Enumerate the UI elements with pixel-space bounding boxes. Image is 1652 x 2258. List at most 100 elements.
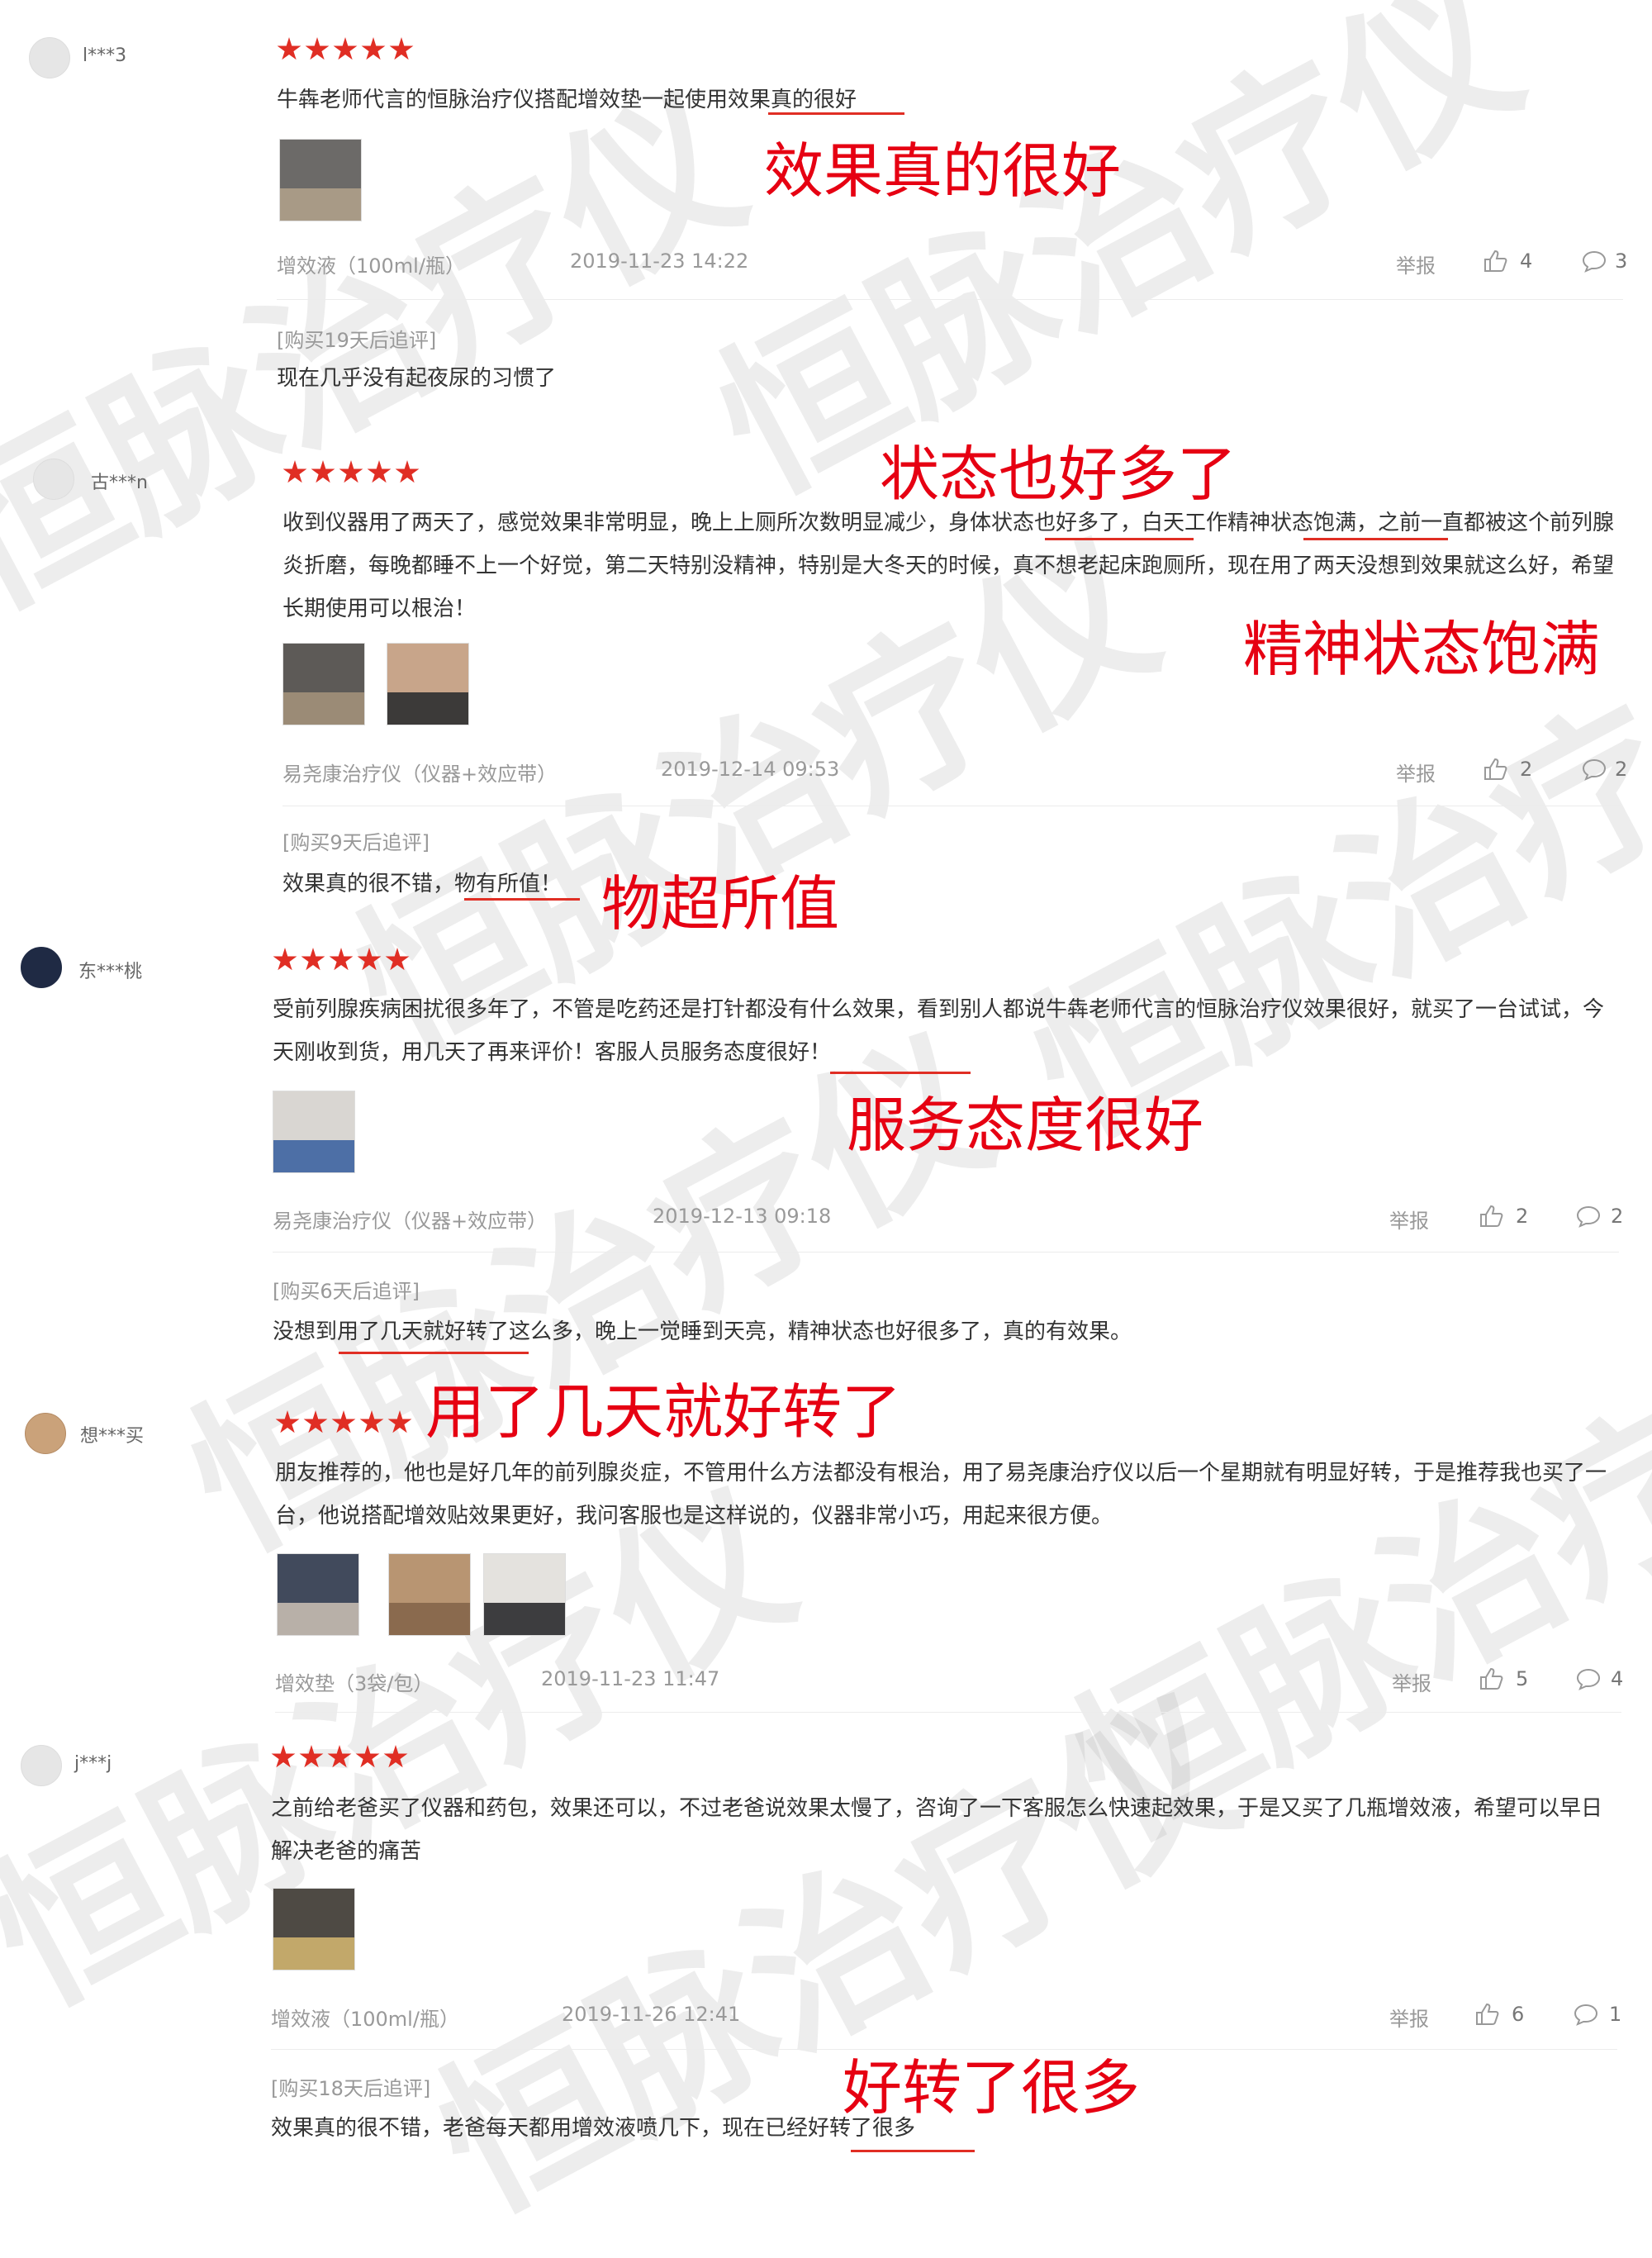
username: 想***买 — [80, 1426, 145, 1447]
review-photo[interactable] — [388, 1553, 471, 1636]
star-icon — [282, 460, 307, 483]
comment-count: 2 — [1615, 758, 1628, 781]
review-photo[interactable] — [277, 1553, 359, 1636]
divider — [275, 1712, 1621, 1713]
review-photo[interactable] — [273, 1091, 355, 1173]
followup-tag: [购买6天后追评] — [273, 1280, 420, 1303]
star-icon — [387, 1410, 412, 1433]
avatar[interactable] — [29, 37, 70, 78]
annotation-callout: 物超所值 — [601, 869, 840, 939]
report-link[interactable]: 举报 — [1389, 1205, 1429, 1234]
annotation-callout: 用了几天就好转了 — [425, 1377, 902, 1447]
star-icon — [359, 1410, 384, 1433]
avatar[interactable] — [21, 947, 62, 988]
annotation-underline — [339, 1352, 529, 1354]
followup-text: 没想到用了几天就好转了这么多，晚上一觉睡到天亮，精神状态也好很多了，真的有效果。 — [273, 1319, 1132, 1344]
report-link[interactable]: 举报 — [1396, 758, 1436, 787]
comment-icon[interactable] — [1576, 1205, 1601, 1228]
star-icon — [385, 948, 410, 971]
star-icon — [355, 1745, 380, 1768]
like-count: 6 — [1512, 2003, 1525, 2026]
annotation-callout: 服务态度很好 — [847, 1091, 1204, 1160]
report-link[interactable]: 举报 — [1389, 2003, 1429, 2032]
sku-label: 增效液（100ml/瓶） — [277, 254, 465, 278]
star-icon — [299, 1745, 324, 1768]
star-icon — [367, 460, 392, 483]
annotation-underline — [1045, 538, 1194, 540]
sku-label: 增效液（100ml/瓶） — [271, 2008, 459, 2031]
thumbs-up-icon[interactable] — [1474, 2003, 1499, 2026]
review-date: 2019-12-14 09:53 — [661, 758, 840, 781]
star-icon — [395, 460, 420, 483]
thumbs-up-icon[interactable] — [1483, 758, 1507, 781]
username: 东***桃 — [78, 962, 143, 982]
followup-tag: [购买9天后追评] — [282, 831, 430, 854]
sku-label: 增效垫（3袋/包） — [275, 1672, 434, 1695]
followup-text: 现在几乎没有起夜尿的习惯了 — [277, 366, 557, 391]
like-count: 5 — [1516, 1667, 1529, 1690]
divider — [273, 1252, 1619, 1253]
annotation-underline — [830, 1072, 971, 1074]
star-icon — [273, 948, 297, 971]
star-rating — [277, 37, 414, 62]
star-icon — [275, 1410, 300, 1433]
username: l***3 — [83, 45, 127, 66]
star-icon — [327, 1745, 352, 1768]
comment-count: 2 — [1611, 1205, 1624, 1228]
star-rating — [275, 1410, 412, 1435]
star-icon — [361, 37, 386, 60]
star-icon — [305, 37, 330, 60]
star-icon — [301, 948, 325, 971]
review-text: 之前给老爸买了仪器和药包，效果还可以，不过老爸说效果太慢了，咨询了一下客服怎么快… — [271, 1796, 1603, 1864]
username: 古***n — [91, 473, 148, 493]
thumbs-up-icon[interactable] — [1479, 1667, 1503, 1690]
star-icon — [311, 460, 335, 483]
like-count: 2 — [1520, 758, 1533, 781]
report-link[interactable]: 举报 — [1392, 1667, 1431, 1696]
review-text: 牛犇老师代言的恒脉治疗仪搭配增效垫一起使用效果真的很好 — [277, 88, 857, 112]
comment-icon[interactable] — [1576, 1667, 1601, 1690]
annotation-underline — [768, 112, 904, 115]
review-date: 2019-11-23 11:47 — [541, 1667, 720, 1690]
annotation-callout: 状态也好多了 — [880, 440, 1237, 509]
comment-icon[interactable] — [1582, 758, 1607, 781]
sku-label: 易尧康治疗仪（仪器+效应带） — [282, 763, 558, 786]
thumbs-up-icon[interactable] — [1483, 250, 1507, 273]
review-date: 2019-11-26 12:41 — [562, 2003, 741, 2026]
comment-icon[interactable] — [1582, 250, 1607, 273]
avatar[interactable] — [21, 1745, 62, 1786]
review-photo[interactable] — [282, 643, 365, 725]
annotation-callout: 精神状态饱满 — [1243, 615, 1601, 684]
annotation-underline — [1303, 538, 1448, 540]
watermark: 恒脉治疗仪 — [406, 1663, 1268, 2250]
review-photo[interactable] — [273, 1888, 355, 1970]
comment-count: 3 — [1615, 250, 1628, 273]
comment-count: 4 — [1611, 1667, 1624, 1690]
star-rating — [271, 1745, 408, 1770]
thumbs-up-icon[interactable] — [1479, 1205, 1503, 1228]
review-text: 朋友推荐的，他也是好几年的前列腺炎症，不管用什么方法都没有根治，用了易尧康治疗仪… — [275, 1461, 1607, 1528]
comment-count: 1 — [1609, 2003, 1622, 2026]
star-icon — [339, 460, 363, 483]
review-date: 2019-11-23 14:22 — [570, 250, 749, 273]
star-icon — [271, 1745, 296, 1768]
like-count: 4 — [1520, 250, 1533, 273]
username: j***j — [74, 1753, 112, 1774]
review-photo[interactable] — [279, 139, 362, 221]
followup-text: 效果真的很不错，老爸每天都用增效液喷几下，现在已经好转了很多 — [271, 2116, 916, 2141]
avatar[interactable] — [33, 459, 74, 500]
comment-icon[interactable] — [1574, 2003, 1598, 2026]
review-photo[interactable] — [387, 643, 469, 725]
star-icon — [357, 948, 382, 971]
star-icon — [277, 37, 301, 60]
annotation-callout: 好转了很多 — [843, 2053, 1141, 2123]
review-photo[interactable] — [483, 1553, 566, 1636]
star-rating — [282, 460, 420, 485]
star-rating — [273, 948, 410, 972]
star-icon — [333, 37, 358, 60]
annotation-underline — [851, 2150, 975, 2152]
report-link[interactable]: 举报 — [1396, 250, 1436, 278]
star-icon — [329, 948, 354, 971]
avatar[interactable] — [25, 1413, 66, 1454]
star-icon — [389, 37, 414, 60]
